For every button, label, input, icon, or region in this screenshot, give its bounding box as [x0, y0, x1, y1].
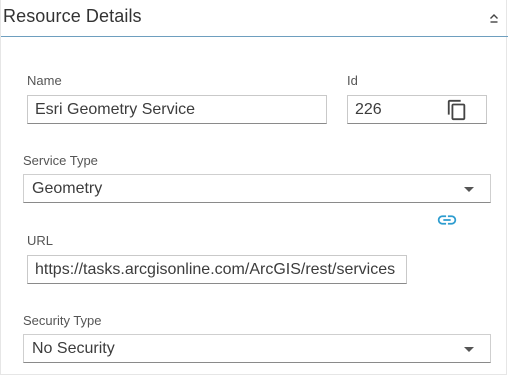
- link-icon[interactable]: [436, 212, 458, 228]
- dropdown-arrow-icon: [464, 187, 474, 192]
- copy-icon[interactable]: [446, 99, 468, 121]
- id-input[interactable]: 226: [347, 95, 487, 124]
- name-label: Name: [27, 73, 62, 88]
- security-type-value: No Security: [32, 340, 115, 357]
- chevron-up-icon[interactable]: [488, 12, 500, 24]
- id-label: Id: [347, 73, 358, 88]
- resource-details-panel: Resource Details Name Esri Geometry Serv…: [0, 0, 508, 375]
- service-type-value: Geometry: [32, 180, 103, 197]
- panel-title: Resource Details: [3, 6, 142, 26]
- dropdown-arrow-icon: [464, 347, 474, 352]
- panel-header[interactable]: Resource Details: [1, 0, 508, 37]
- service-type-select[interactable]: Geometry: [23, 174, 491, 203]
- security-type-label: Security Type: [23, 313, 102, 328]
- url-label: URL: [27, 233, 54, 248]
- url-input[interactable]: https://tasks.arcgisonline.com/ArcGIS/re…: [27, 255, 407, 284]
- id-value: 226: [355, 101, 382, 118]
- service-type-label: Service Type: [23, 153, 98, 168]
- name-input[interactable]: Esri Geometry Service: [27, 95, 327, 124]
- security-type-select[interactable]: No Security: [23, 334, 491, 363]
